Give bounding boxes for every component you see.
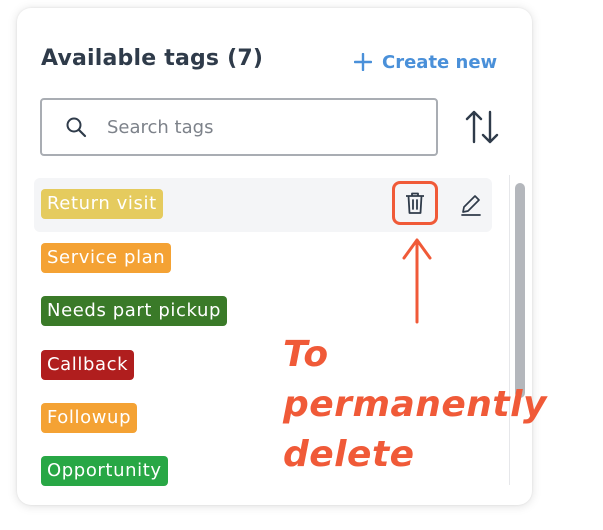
annotation-line-1: To permanently [283, 334, 547, 425]
annotation-line-2: delete [283, 434, 415, 475]
annotation-text: To permanently delete [283, 330, 603, 480]
